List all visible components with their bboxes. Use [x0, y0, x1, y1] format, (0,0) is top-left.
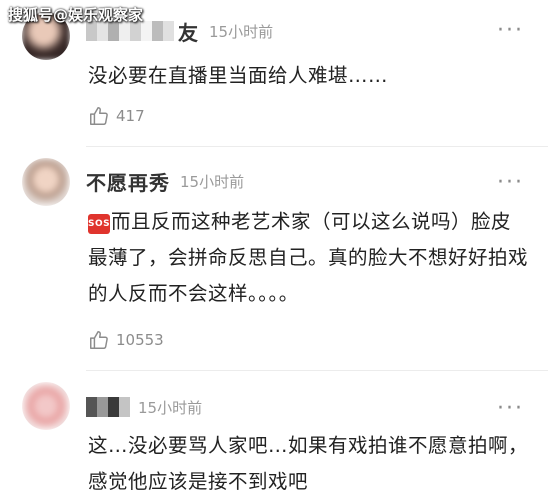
- username[interactable]: 不愿再秀: [86, 167, 170, 196]
- comment-header: 不愿再秀 15小时前: [86, 166, 244, 196]
- comment-time: 15小时前: [138, 398, 203, 417]
- divider: [86, 146, 548, 147]
- thumbs-up-icon: [90, 331, 108, 349]
- avatar[interactable]: [22, 158, 70, 206]
- sos-emoji-icon: SOS: [88, 214, 110, 234]
- like-count: 417: [116, 107, 145, 125]
- comment-header: 15小时前: [86, 392, 202, 422]
- username-mosaic: [86, 397, 130, 417]
- username[interactable]: 友: [178, 17, 199, 46]
- comment-text: 这…没必要骂人家吧…如果有戏拍谁不愿意拍啊，感觉他应该是接不到戏吧: [88, 434, 529, 493]
- like-count: 10553: [116, 331, 164, 349]
- comment-text: SOS而且反而这种老艺术家（可以这么说吗）脸皮最薄了，会拼命反思自己。真的脸大不…: [88, 204, 528, 312]
- like-button[interactable]: 10553: [88, 326, 164, 354]
- avatar[interactable]: [22, 382, 70, 430]
- comment-time: 15小时前: [180, 172, 245, 191]
- comment-text-body: 而且反而这种老艺术家（可以这么说吗）脸皮最薄了，会拼命反思自己。真的脸大不想好好…: [88, 210, 529, 305]
- comment-time: 15小时前: [209, 22, 274, 41]
- comment-text: 没必要在直播里当面给人难堪……: [88, 64, 389, 87]
- thumbs-up-icon: [90, 107, 108, 125]
- more-options-icon[interactable]: ···: [497, 172, 524, 194]
- like-button[interactable]: 417: [88, 102, 145, 130]
- more-options-icon[interactable]: ···: [497, 20, 524, 42]
- more-options-icon[interactable]: ···: [497, 398, 524, 420]
- divider: [86, 370, 548, 371]
- watermark: 搜狐号@娱乐观察家: [8, 6, 144, 24]
